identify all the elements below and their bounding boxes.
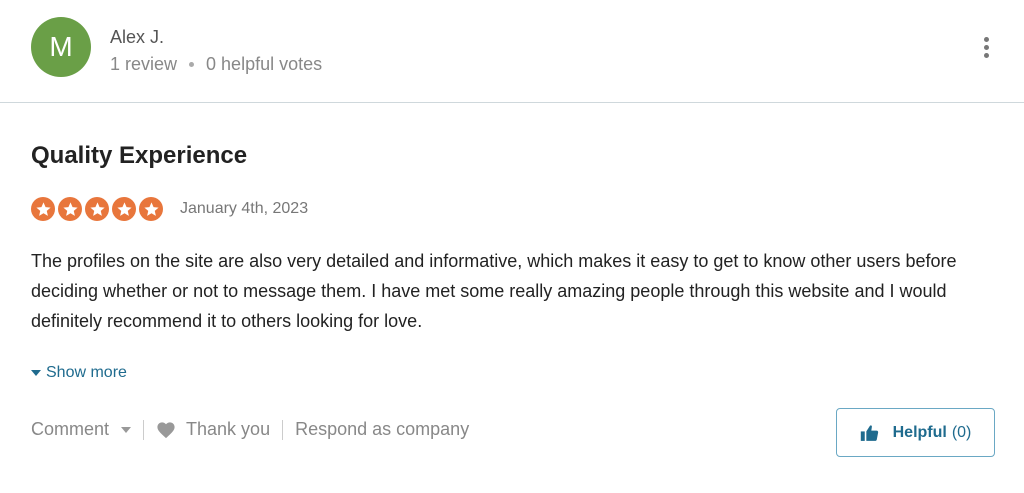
divider [282, 419, 284, 440]
caret-down-icon [31, 370, 41, 376]
rating-row: January 4th, 2023 [31, 197, 308, 221]
helpful-votes-count: 0 helpful votes [206, 54, 323, 74]
star-icon [139, 197, 163, 221]
helpful-button[interactable]: Helpful (0) [836, 408, 995, 457]
review-date: January 4th, 2023 [180, 200, 309, 217]
heart-icon [157, 421, 175, 438]
caret-down-icon [121, 426, 132, 433]
reviewer-header: M Alex J. 1 review 0 helpful votes [0, 0, 1024, 103]
review-actions: Comment Thank you Respond as company [31, 419, 469, 440]
star-icon [31, 197, 55, 221]
meta-separator-dot [189, 62, 195, 67]
reviewer-meta: 1 review 0 helpful votes [110, 54, 322, 75]
review-body: The profiles on the site are also very d… [31, 251, 957, 331]
comment-button[interactable]: Comment [31, 419, 132, 440]
thumbs-up-icon [860, 424, 878, 441]
avatar-initial: M [49, 31, 73, 62]
respond-as-company-link[interactable]: Respond as company [295, 419, 469, 440]
reviewer-name[interactable]: Alex J. [110, 27, 164, 48]
show-more-link[interactable]: Show more [31, 364, 127, 382]
star-icon [112, 197, 136, 221]
star-rating [31, 197, 166, 221]
divider [143, 419, 145, 440]
vertical-ellipsis-icon[interactable] [975, 34, 997, 60]
review-count: 1 review [110, 54, 178, 74]
respond-label: Respond as company [295, 419, 470, 439]
comment-label: Comment [31, 419, 110, 439]
helpful-label: Helpful [892, 423, 947, 441]
thank-you-button[interactable]: Thank you [156, 419, 270, 440]
review-title: Quality Experience [31, 142, 248, 169]
avatar[interactable]: M [31, 17, 91, 77]
show-more-label: Show more [46, 364, 127, 381]
thank-you-label: Thank you [186, 419, 271, 439]
star-icon [85, 197, 109, 221]
star-icon [58, 197, 82, 221]
helpful-count: (0) [951, 423, 972, 441]
